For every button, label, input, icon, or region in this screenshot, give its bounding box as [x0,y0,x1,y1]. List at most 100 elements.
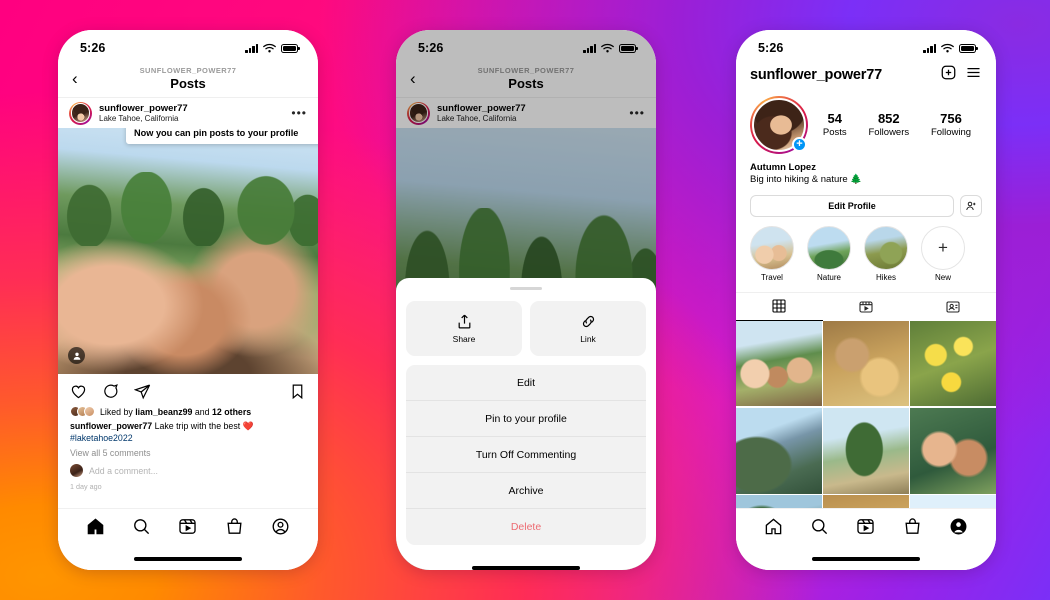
sheet-item-archive[interactable]: Archive [406,473,646,510]
profile-icon[interactable] [949,517,968,541]
sheet-item-edit[interactable]: Edit [406,365,646,402]
tab-tagged[interactable] [909,293,996,321]
post-location[interactable]: Lake Tahoe, California [99,114,188,123]
hamburger-menu-icon[interactable] [965,64,982,86]
grid-photo[interactable] [736,320,822,407]
link-chain-icon [582,316,594,328]
search-icon[interactable] [810,517,829,541]
stat-posts-value: 54 [827,110,843,126]
grid-photo[interactable] [823,320,909,407]
phone-2-action-sheet: 5:26 ‹ SUNFLOWER_POWER77 Posts sunflower… [396,30,656,570]
story-highlights: Travel Nature Hikes + New [736,217,996,282]
likes-user[interactable]: liam_beanz99 [135,407,192,417]
sheet-item-turn-off-commenting[interactable]: Turn Off Commenting [406,437,646,474]
post-caption: sunflower_power77 Lake trip with the bes… [58,417,318,444]
grid-photo[interactable] [736,495,822,508]
stat-following-label: Following [930,127,972,139]
back-chevron-icon[interactable]: ‹ [72,70,78,87]
tab-reels[interactable] [823,293,910,321]
grid-photo[interactable] [910,495,996,508]
stat-followers-label: Followers [868,127,910,139]
page-title: Posts [170,75,206,91]
add-comment-placeholder[interactable]: Add a comment... [89,466,158,476]
drag-handle[interactable] [510,287,542,291]
add-comment-row[interactable]: Add a comment... [58,458,318,478]
post-author-row[interactable]: sunflower_power77 Lake Tahoe, California… [58,98,318,128]
home-indicator [396,566,656,570]
search-icon[interactable] [132,517,151,541]
share-button[interactable]: Share [406,301,522,357]
sheet-item-pin-to-profile[interactable]: Pin to your profile [406,401,646,438]
battery-full-icon [959,43,978,53]
caption-hashtag[interactable]: #laketahoe2022 [70,433,133,443]
battery-full-icon [281,43,300,53]
person-tag-icon[interactable] [68,347,85,364]
grid-photo[interactable] [910,407,996,494]
post-detail-header: ‹ SUNFLOWER_POWER77 Posts [58,60,318,98]
home-indicator [58,548,318,570]
stat-followers-value: 852 [877,110,900,126]
wifi-icon [941,43,954,53]
avatar[interactable] [69,101,92,125]
profile-icon[interactable] [271,517,290,541]
grid-photo[interactable] [910,320,996,407]
phone-1-screen: 5:26 ‹ SUNFLOWER_POWER77 Posts sunflower… [58,30,318,570]
grid-photo[interactable] [736,407,822,494]
sheet-item-delete[interactable]: Delete [406,509,646,545]
reels-icon[interactable] [856,517,875,541]
likes-others[interactable]: 12 others [212,407,251,417]
highlight-travel-label: Travel [761,272,783,282]
stat-following[interactable]: 756 Following [931,111,971,139]
profile-bio-text: Big into hiking & nature 🌲 [750,174,863,186]
heart-icon[interactable] [70,383,87,400]
highlight-new[interactable]: + New [921,225,965,282]
likes-text[interactable]: Liked by liam_beanz99 and 12 others [100,407,251,417]
post-author-name[interactable]: sunflower_power77 [99,103,188,114]
add-person-icon[interactable] [960,194,982,217]
status-time: 5:26 [758,41,784,55]
phone-1-post-detail: 5:26 ‹ SUNFLOWER_POWER77 Posts sunflower… [58,30,318,570]
home-icon[interactable] [86,517,105,541]
liker-avatars [70,406,95,417]
reels-icon[interactable] [178,517,197,541]
profile-stats-row: + 54 Posts 852 Followers 756 Following [736,92,996,154]
caption-username[interactable]: sunflower_power77 [70,421,152,431]
highlight-nature-label: Nature [816,272,841,282]
bottom-tab-bar [736,508,996,548]
stat-followers[interactable]: 852 Followers [868,111,909,139]
add-post-icon[interactable] [940,64,957,86]
stat-following-value: 756 [940,110,962,126]
share-upload-icon [458,315,470,329]
send-paper-plane-icon[interactable] [134,383,151,400]
stat-posts[interactable]: 54 Posts [823,111,847,139]
profile-tab-row [736,291,996,321]
shop-icon[interactable] [225,517,244,541]
bookmark-icon[interactable] [289,383,306,400]
profile-header: sunflower_power77 [736,60,996,92]
comment-bubble-icon[interactable] [102,383,119,400]
likes-row: Liked by liam_beanz99 and 12 others [58,405,318,417]
avatar[interactable]: + [750,96,808,154]
post-action-row [58,374,318,405]
highlight-nature[interactable]: Nature [807,225,851,282]
share-label: Share [452,334,476,345]
status-time: 5:26 [80,41,106,55]
grid-photo[interactable] [823,495,909,508]
shop-icon[interactable] [903,517,922,541]
home-icon[interactable] [764,517,783,541]
highlight-hikes[interactable]: Hikes [864,225,908,282]
post-photo[interactable]: Now you can pin posts to your profile [58,128,318,374]
highlight-travel[interactable]: Travel [750,225,794,282]
edit-profile-button[interactable]: Edit Profile [750,194,954,217]
plus-icon: + [921,225,965,270]
link-button[interactable]: Link [530,301,646,357]
add-story-plus-icon[interactable]: + [792,137,807,152]
grid-photo[interactable] [823,407,909,494]
more-options-icon[interactable]: ••• [291,107,307,119]
profile-username[interactable]: sunflower_power77 [750,67,882,83]
phone-2-screen: 5:26 ‹ SUNFLOWER_POWER77 Posts sunflower… [396,30,656,570]
link-label: Link [580,334,596,345]
tab-grid[interactable] [736,293,823,321]
view-comments-link[interactable]: View all 5 comments [58,444,318,458]
author-meta: sunflower_power77 Lake Tahoe, California [99,103,188,124]
